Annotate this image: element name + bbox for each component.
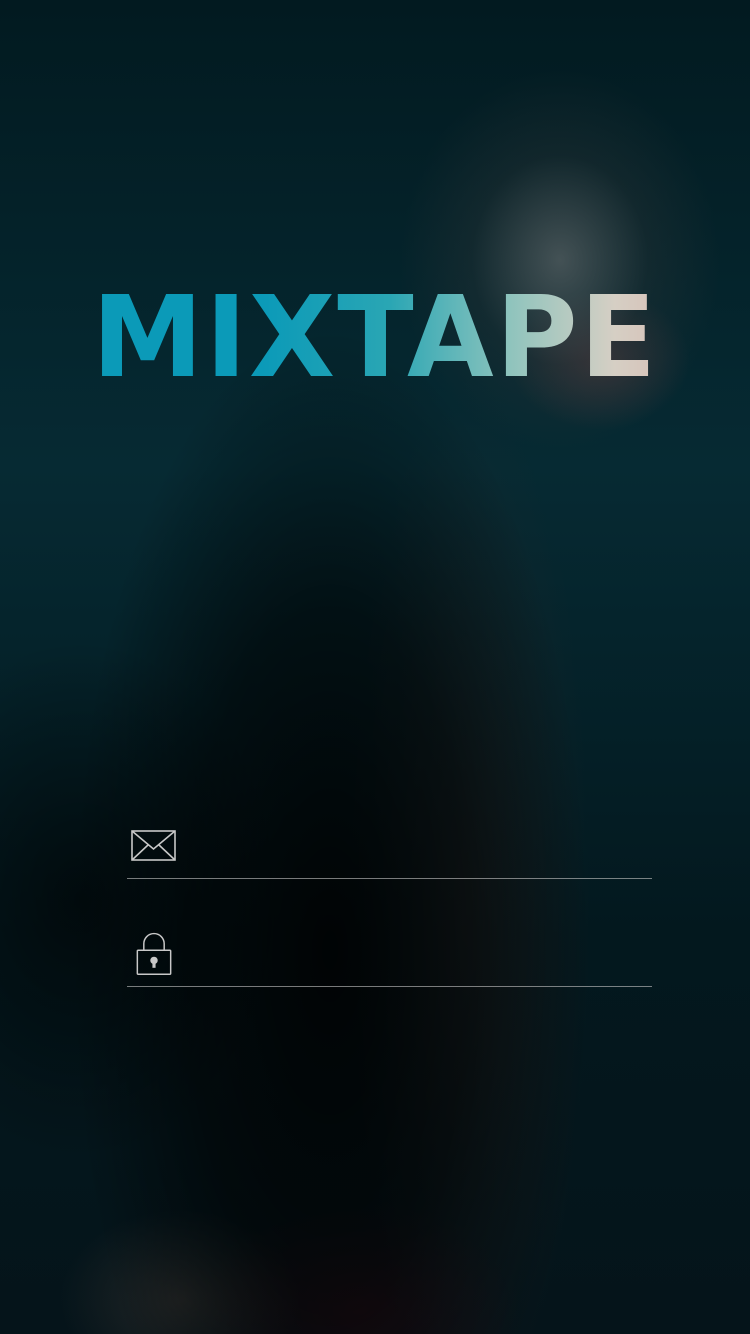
envelope-icon <box>131 830 176 861</box>
password-field-row[interactable] <box>127 916 652 987</box>
app-logo: MIXTAPE <box>0 282 750 394</box>
password-input[interactable] <box>203 926 643 976</box>
login-screen: MIXTAPE <box>0 0 750 1334</box>
lock-icon <box>136 932 172 976</box>
email-input[interactable] <box>203 818 643 868</box>
email-field-row[interactable] <box>127 808 652 879</box>
